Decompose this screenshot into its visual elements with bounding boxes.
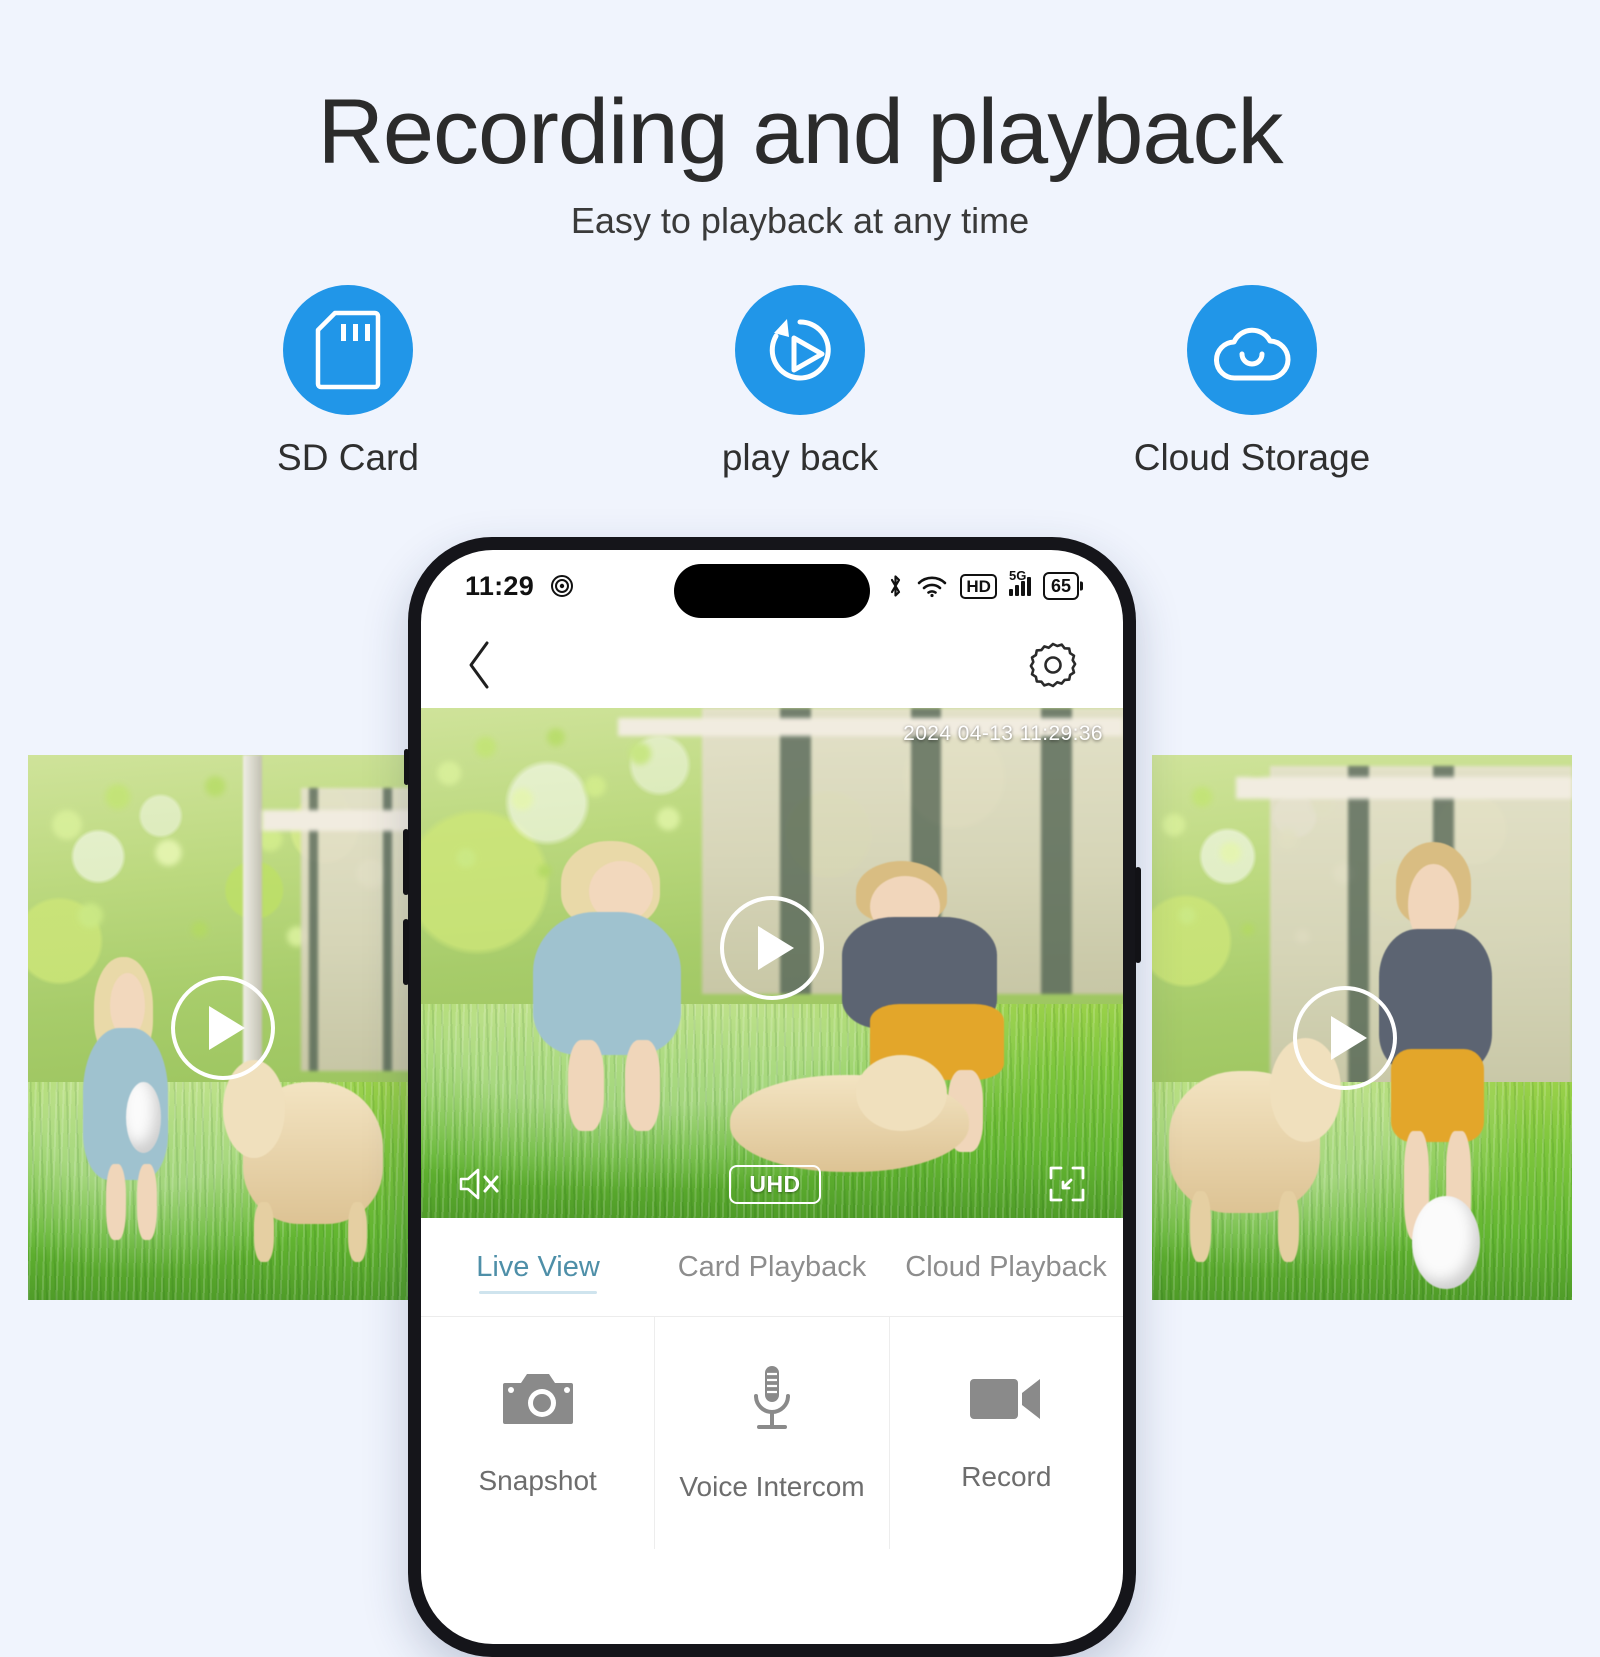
sd-card-icon (315, 310, 381, 390)
action-bar: Snapshot Voice Intercom Record (421, 1317, 1123, 1549)
play-icon (209, 1005, 245, 1050)
back-chevron-icon[interactable] (465, 639, 495, 691)
tab-cloud-playback[interactable]: Cloud Playback (889, 1218, 1123, 1316)
action-label: Voice Intercom (679, 1471, 865, 1502)
feature-label: Cloud Storage (1133, 437, 1371, 478)
phone-mockup: 11:29 HD 5G 65 2024 04-13 11:29:36 UHD L… (403, 537, 1141, 1657)
5g-signal-icon: 5G (1008, 568, 1031, 596)
feature-play-back[interactable]: play back (670, 285, 930, 479)
playback-icon-circle (735, 285, 865, 415)
phone-volume-up-button[interactable] (403, 829, 409, 895)
sd-card-icon-circle (283, 285, 413, 415)
phone-silent-switch[interactable] (404, 749, 409, 785)
play-button-right[interactable] (1293, 986, 1398, 1091)
page-title: Recording and playback (317, 81, 1283, 183)
status-time: 11:29 (465, 570, 535, 601)
thumbnail-left[interactable] (28, 755, 418, 1300)
action-snapshot[interactable]: Snapshot (421, 1317, 656, 1549)
playback-tabs: Live View Card Playback Cloud Playback (421, 1218, 1123, 1317)
play-icon (758, 925, 794, 970)
thumbnail-right[interactable] (1152, 755, 1572, 1300)
feature-label: play back (721, 437, 879, 478)
feature-cloud-storage[interactable]: Cloud Storage (1122, 285, 1382, 479)
phone-power-button[interactable] (1135, 867, 1141, 963)
feature-label: SD Card (277, 437, 419, 478)
speaker-muted-icon[interactable] (457, 1166, 503, 1202)
feature-sd-card[interactable]: SD Card (218, 285, 478, 479)
playback-icon (769, 319, 831, 381)
battery-icon: 65 (1042, 572, 1079, 600)
page-subtitle: Easy to playback at any time (570, 200, 1030, 241)
hd-icon: HD (960, 573, 997, 599)
quality-badge[interactable]: UHD (729, 1164, 821, 1204)
phone-screen: 11:29 HD 5G 65 2024 04-13 11:29:36 UHD L… (421, 550, 1123, 1644)
video-timestamp: 2024 04-13 11:29:36 (903, 722, 1103, 745)
cloud-icon (1214, 327, 1291, 381)
status-bar-left: 11:29 (465, 571, 574, 602)
action-record[interactable]: Record (890, 1317, 1123, 1549)
play-icon (1331, 1016, 1368, 1061)
gear-icon[interactable] (1027, 639, 1079, 691)
cloud-icon-circle (1187, 285, 1317, 415)
feature-list: SD Card play back Cloud Storage (0, 285, 1600, 479)
microphone-icon (753, 1366, 790, 1429)
dynamic-island (674, 564, 870, 618)
live-video-player[interactable]: 2024 04-13 11:29:36 UHD (421, 708, 1123, 1218)
play-button-left[interactable] (171, 975, 275, 1080)
action-label: Snapshot (478, 1465, 597, 1496)
action-voice-intercom[interactable]: Voice Intercom (655, 1317, 890, 1549)
camera-icon (502, 1374, 573, 1424)
video-controls: UHD (421, 1164, 1123, 1204)
wifi-icon (918, 576, 947, 598)
status-bar-right: HD 5G 65 (887, 568, 1079, 600)
video-camera-icon (970, 1379, 1041, 1419)
bluetooth-icon (891, 575, 901, 597)
tab-live-view[interactable]: Live View (421, 1218, 655, 1316)
action-label: Record (961, 1461, 1052, 1492)
network-label: 5G (1008, 567, 1027, 583)
video-play-button[interactable] (720, 895, 824, 1000)
nav-bar (421, 622, 1123, 708)
location-target-icon (551, 575, 574, 597)
tab-card-playback[interactable]: Card Playback (655, 1218, 889, 1316)
fullscreen-icon[interactable] (1047, 1164, 1087, 1204)
phone-volume-down-button[interactable] (403, 919, 409, 985)
